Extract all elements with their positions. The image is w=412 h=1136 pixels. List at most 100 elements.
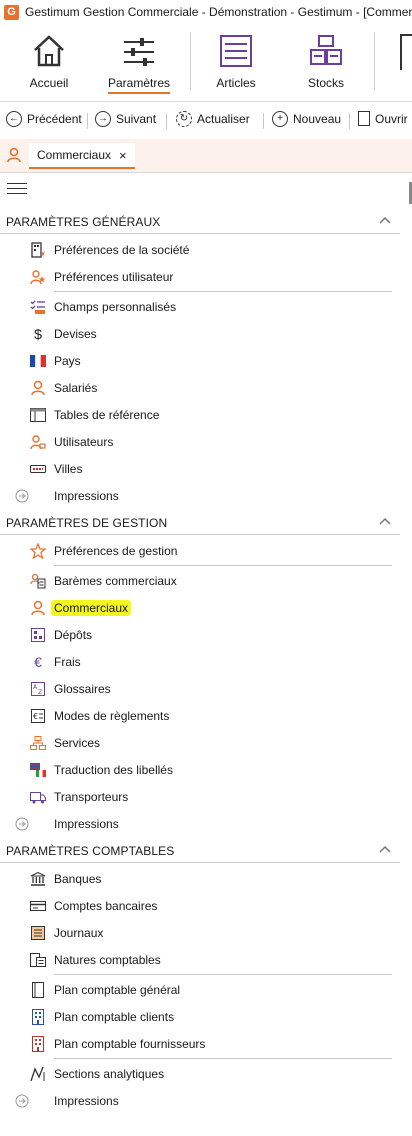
euro-icon: € — [34, 654, 42, 670]
ribbon-tab-stocks[interactable]: Stocks — [298, 34, 354, 90]
sidebar-item-depots[interactable]: Dépôts — [30, 625, 92, 645]
sidebar-item-impressions[interactable]: Impressions — [14, 1091, 119, 1111]
item-divider — [54, 974, 392, 975]
ribbon-separator — [374, 32, 375, 90]
user-star-icon — [30, 269, 46, 285]
sidebar-item-transporteurs[interactable]: Transporteurs — [30, 787, 128, 807]
item-label: Modes de règlements — [54, 709, 170, 723]
item-label: Préférences de la société — [54, 243, 190, 257]
document-tab-strip: Commerciaux × — [0, 139, 412, 172]
item-label: Préférences de gestion — [54, 544, 178, 558]
ribbon-overflow-icon[interactable] — [400, 34, 412, 70]
dollar-icon: $ — [34, 326, 42, 342]
sidebar-item-utilisateurs[interactable]: Utilisateurs — [30, 432, 113, 452]
nouveau-label: Nouveau — [293, 112, 342, 126]
boxes-icon — [310, 35, 342, 65]
salesperson-icon — [30, 600, 46, 616]
section-parametres-gestion[interactable]: PARAMÈTRES DE GESTION — [0, 512, 400, 535]
sidebar-item-services[interactable]: Services — [30, 733, 100, 753]
item-label: Impressions — [54, 817, 119, 831]
hamburger-menu-icon[interactable] — [7, 183, 27, 195]
precedent-button[interactable]: ← Précédent — [6, 111, 82, 127]
suivant-button[interactable]: → Suivant — [95, 111, 156, 127]
section-parametres-generaux[interactable]: PARAMÈTRES GÉNÉRAUX — [0, 211, 400, 234]
sidebar-item-impressions[interactable]: Impressions — [14, 814, 119, 834]
precedent-label: Précédent — [27, 112, 82, 126]
actualiser-button[interactable]: ↻ Actualiser — [176, 111, 250, 127]
ribbon-tab-parametres[interactable]: Paramètres — [94, 34, 184, 94]
item-label: Tables de référence — [54, 408, 160, 422]
sidebar-item-modes-reglements[interactable]: € Modes de règlements — [30, 706, 169, 726]
sidebar-item-baremes-commerciaux[interactable]: Barèmes commerciaux — [30, 571, 177, 591]
sidebar-item-preferences-utilisateur[interactable]: Préférences utilisateur — [30, 267, 173, 287]
toolbar-separator — [263, 113, 264, 129]
section-parametres-comptables[interactable]: PARAMÈTRES COMPTABLES — [0, 840, 400, 863]
journal-icon — [30, 925, 46, 941]
chevron-up-icon[interactable] — [378, 514, 392, 528]
sidebar-item-journaux[interactable]: Journaux — [30, 923, 103, 943]
section-title: PARAMÈTRES DE GESTION — [6, 516, 168, 530]
ribbon-tab-label: Stocks — [307, 76, 344, 90]
arrow-circle-right-icon — [14, 816, 30, 832]
sidebar-item-tables-reference[interactable]: Tables de référence — [30, 405, 159, 425]
ribbon-tab-label: Accueil — [29, 76, 69, 90]
ribbon-tab-accueil[interactable]: Accueil — [20, 34, 78, 90]
title-bar: G Gestimum Gestion Commerciale - Démonst… — [0, 0, 412, 24]
ribbon-tab-label: Articles — [216, 76, 256, 90]
sidebar-item-preferences-societe[interactable]: Préférences de la société — [30, 240, 189, 260]
sidebar-item-villes[interactable]: Villes — [30, 459, 82, 479]
item-divider — [54, 291, 392, 292]
price-list-icon — [30, 573, 46, 589]
item-label: Services — [54, 736, 101, 750]
item-divider — [54, 565, 392, 566]
arrow-left-icon: ← — [6, 111, 22, 127]
section-title: PARAMÈTRES COMPTABLES — [6, 844, 175, 858]
sidebar-item-plan-comptable-clients[interactable]: Plan comptable clients — [30, 1007, 174, 1027]
user-key-icon — [30, 434, 46, 450]
bank-icon — [30, 871, 46, 887]
tab-commerciaux-label: Commerciaux — [37, 148, 112, 162]
item-label: Devises — [54, 327, 97, 341]
close-icon[interactable]: × — [119, 148, 127, 163]
org-chart-icon — [30, 735, 46, 751]
item-label: Impressions — [54, 1094, 119, 1108]
ribbon: Accueil Paramètres Articles Stocks — [0, 24, 412, 100]
ribbon-divider — [0, 101, 412, 102]
sidebar-item-comptes-bancaires[interactable]: Comptes bancaires — [30, 896, 157, 916]
toolbar-separator — [87, 113, 88, 129]
sidebar-item-glossaires[interactable]: AZ Glossaires — [30, 679, 111, 699]
sidebar-item-traduction-libelles[interactable]: Traduction des libellés — [30, 760, 173, 780]
sidebar-item-plan-comptable-fournisseurs[interactable]: Plan comptable fournisseurs — [30, 1034, 205, 1054]
sidebar-item-frais[interactable]: € Frais — [30, 652, 81, 672]
house-icon — [34, 35, 64, 67]
sidebar-item-devises[interactable]: $ Devises — [30, 324, 97, 344]
sidebar-item-commerciaux[interactable]: Commerciaux — [30, 598, 132, 618]
clients-building-icon — [30, 1009, 46, 1025]
section-title: PARAMÈTRES GÉNÉRAUX — [6, 215, 161, 229]
svg-text:Z: Z — [38, 689, 42, 696]
sidebar-item-champs-personnalises[interactable]: Champs personnalisés — [30, 297, 176, 317]
sidebar-item-pays[interactable]: Pays — [30, 351, 81, 371]
ouvrir-button[interactable]: Ouvrir — [358, 111, 408, 126]
chevron-up-icon[interactable] — [378, 842, 392, 856]
sidebar-item-sections-analytiques[interactable]: Sections analytiques — [30, 1064, 164, 1084]
section-divider — [0, 534, 400, 535]
sidebar-item-salaries[interactable]: Salariés — [30, 378, 97, 398]
sidebar-item-preferences-gestion[interactable]: Préférences de gestion — [30, 541, 177, 561]
ribbon-tab-articles[interactable]: Articles — [208, 34, 264, 90]
tab-commerciaux[interactable]: Commerciaux × — [29, 143, 135, 169]
nouveau-button[interactable]: + Nouveau — [272, 111, 341, 127]
chevron-up-icon[interactable] — [378, 213, 392, 227]
sliders-icon — [124, 38, 154, 66]
refresh-icon: ↻ — [176, 111, 192, 127]
sidebar-item-natures-comptables[interactable]: Natures comptables — [30, 950, 161, 970]
payment-icon: € — [30, 708, 46, 724]
item-label: Plan comptable général — [54, 983, 181, 997]
section-divider — [0, 862, 400, 863]
item-label: Sections analytiques — [54, 1067, 165, 1081]
checklist-icon — [30, 299, 46, 315]
sidebar-item-banques[interactable]: Banques — [30, 869, 101, 889]
sidebar-item-plan-comptable-general[interactable]: Plan comptable général — [30, 980, 180, 1000]
plus-icon: + — [272, 111, 288, 127]
sidebar-item-impressions[interactable]: Impressions — [14, 486, 119, 506]
